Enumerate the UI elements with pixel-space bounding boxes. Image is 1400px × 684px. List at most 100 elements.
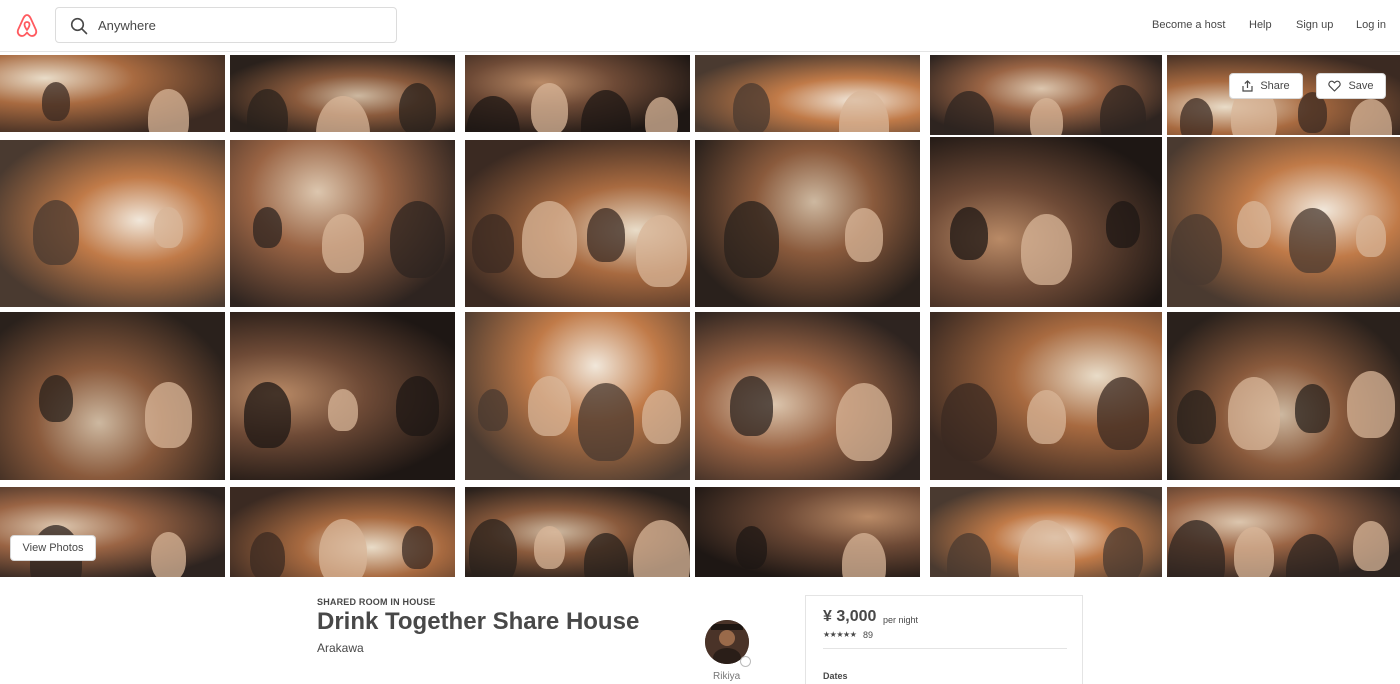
- photo-figure: [732, 82, 770, 132]
- gallery-photo[interactable]: [0, 140, 225, 307]
- photo-figure: [1295, 383, 1331, 433]
- gallery-photo[interactable]: [695, 140, 920, 307]
- gallery-photo[interactable]: [1167, 487, 1400, 577]
- gallery-photo[interactable]: [0, 487, 225, 577]
- photo-figure: [645, 96, 679, 132]
- photo-figure: [723, 201, 779, 279]
- view-photos-button[interactable]: View Photos: [10, 535, 96, 561]
- gallery-photo[interactable]: [695, 312, 920, 480]
- search-input[interactable]: [98, 8, 388, 42]
- gallery-photo[interactable]: [930, 137, 1162, 307]
- photo-figure: [327, 388, 358, 431]
- photo-figure: [1103, 526, 1144, 577]
- gallery-photo[interactable]: [465, 312, 690, 480]
- photo-figure: [729, 375, 773, 436]
- review-count[interactable]: 89: [863, 630, 873, 640]
- photo-figure: [530, 82, 568, 132]
- photo-figure: [1026, 389, 1066, 445]
- photo-figure: [1020, 213, 1072, 285]
- photo-figure: [39, 374, 74, 423]
- gallery-photo[interactable]: [230, 140, 455, 307]
- photo-figure: [521, 201, 577, 279]
- photo-figure: [835, 382, 892, 462]
- photo-figure: [478, 388, 509, 431]
- photo-figure: [633, 519, 690, 577]
- log-in-link[interactable]: Log in: [1356, 0, 1386, 50]
- photo-figure: [148, 88, 190, 132]
- per-night-label: per night: [883, 615, 919, 625]
- search-bar[interactable]: [55, 7, 397, 43]
- help-link[interactable]: Help: [1249, 0, 1272, 50]
- gallery-photo[interactable]: [230, 487, 455, 577]
- gallery-photo[interactable]: [695, 55, 920, 132]
- gallery-photo[interactable]: [930, 55, 1162, 135]
- save-button[interactable]: Save: [1316, 73, 1386, 99]
- photo-figure: [580, 89, 631, 132]
- photo-figure: [533, 525, 565, 569]
- photo-figure: [1176, 389, 1216, 445]
- photo-figure: [402, 525, 433, 569]
- photo-figure: [844, 208, 883, 262]
- share-button[interactable]: Share: [1229, 73, 1303, 99]
- share-icon: [1242, 80, 1253, 92]
- gallery-photo[interactable]: [1167, 137, 1400, 307]
- photo-figure: [940, 382, 997, 462]
- photo-figure: [1286, 533, 1340, 577]
- sign-up-link[interactable]: Sign up: [1296, 0, 1333, 50]
- save-label: Save: [1348, 80, 1374, 92]
- photo-figure: [250, 531, 285, 577]
- photo-figure: [1029, 98, 1063, 135]
- photo-figure: [735, 525, 767, 569]
- gallery-photo[interactable]: [930, 487, 1162, 577]
- divider: [823, 648, 1067, 649]
- gallery-photo[interactable]: [930, 312, 1162, 480]
- photo-figure: [154, 207, 184, 249]
- photo-figure: [949, 206, 988, 260]
- listing-title: Drink Together Share House: [317, 608, 640, 635]
- photo-figure: [946, 532, 991, 577]
- photo-gallery[interactable]: Share Save View Photos: [0, 55, 1400, 577]
- view-photos-label: View Photos: [22, 542, 84, 554]
- gallery-photo[interactable]: [465, 55, 690, 132]
- gallery-photo[interactable]: [1167, 312, 1400, 480]
- become-a-host-link[interactable]: Become a host: [1152, 0, 1225, 50]
- host-name[interactable]: Rikiya: [713, 671, 740, 682]
- photo-figure: [145, 381, 193, 448]
- airbnb-logo-icon[interactable]: [14, 13, 40, 39]
- photo-figure: [42, 81, 71, 122]
- heart-icon: [1328, 80, 1342, 92]
- gallery-photo[interactable]: [0, 55, 225, 132]
- gallery-photo[interactable]: [695, 487, 920, 577]
- photo-figure: [396, 375, 439, 436]
- gallery-photo[interactable]: [0, 312, 225, 480]
- photo-figure: [1017, 519, 1075, 577]
- photo-figure: [1097, 376, 1150, 450]
- gallery-photo[interactable]: [230, 55, 455, 132]
- photo-figure: [244, 381, 291, 448]
- photo-figure: [1167, 519, 1225, 577]
- photo-figure: [943, 91, 994, 135]
- gallery-photo[interactable]: [465, 487, 690, 577]
- search-icon: [70, 17, 88, 35]
- photo-figure: [1234, 526, 1275, 577]
- superhost-badge: [740, 656, 751, 667]
- rating-stars: ★★★★★: [823, 630, 857, 639]
- photo-figure: [1346, 370, 1395, 438]
- photo-figure: [1237, 200, 1272, 249]
- photo-figure: [1179, 98, 1213, 135]
- listing-location[interactable]: Arakawa: [317, 641, 364, 655]
- photo-figure: [642, 389, 682, 445]
- photo-figure: [1170, 213, 1222, 285]
- gallery-photo[interactable]: [230, 312, 455, 480]
- photo-figure: [1106, 200, 1141, 249]
- gallery-photo[interactable]: [465, 140, 690, 307]
- photo-figure: [151, 531, 187, 577]
- photo-figure: [1100, 85, 1147, 135]
- photo-figure: [1352, 520, 1389, 571]
- photo-figure: [838, 89, 889, 132]
- photo-figure: [1228, 376, 1281, 450]
- photo-figure: [33, 200, 80, 265]
- photo-figure: [247, 88, 288, 132]
- photo-figure: [577, 382, 634, 462]
- photo-figure: [318, 518, 367, 577]
